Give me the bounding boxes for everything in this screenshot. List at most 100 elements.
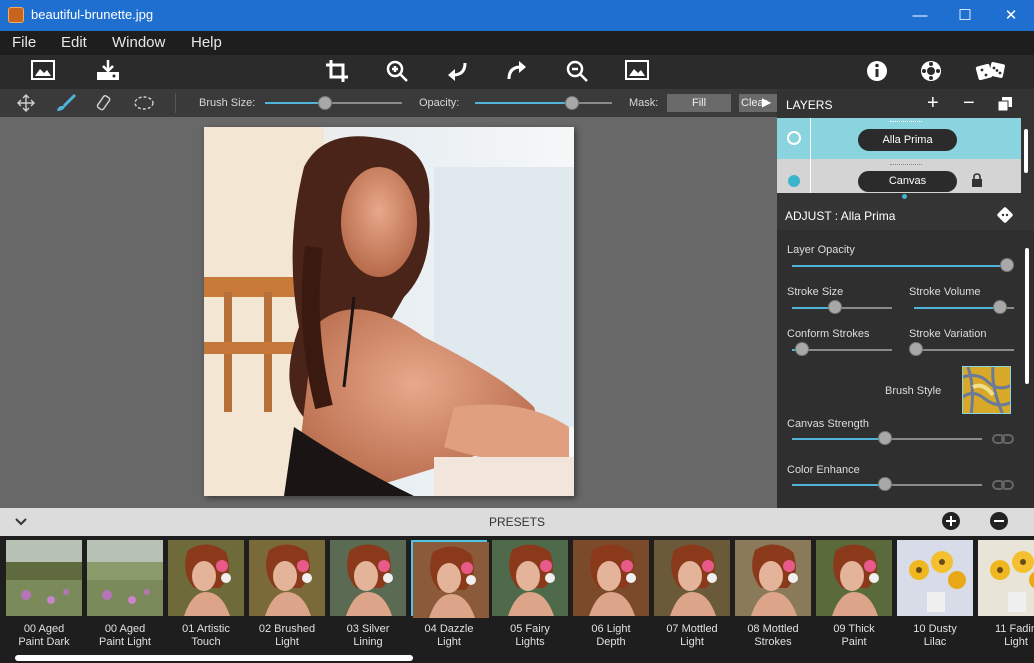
preset-item[interactable]: 00 Aged Paint Dark — [6, 536, 86, 654]
slider-knob[interactable] — [795, 342, 809, 356]
slider-knob[interactable] — [878, 477, 893, 491]
slider-knob[interactable] — [318, 96, 333, 110]
randomize-icon[interactable] — [996, 207, 1014, 223]
color-enhance-slider[interactable] — [792, 477, 982, 493]
slider-knob[interactable] — [828, 300, 842, 314]
remove-preset-icon[interactable] — [989, 511, 1009, 531]
menu-file[interactable]: File — [12, 34, 36, 51]
presets-scrollbar[interactable] — [15, 655, 413, 661]
preset-item[interactable]: 10 Dusty Lilac — [897, 536, 977, 654]
menu-edit[interactable]: Edit — [61, 34, 87, 51]
menu-window[interactable]: Window — [112, 34, 165, 51]
close-button[interactable]: ✕ — [988, 0, 1034, 31]
preset-thumbnail[interactable] — [573, 540, 649, 616]
layers-scrollbar[interactable] — [1024, 129, 1028, 173]
layer-row-alla-prima[interactable]: Alla Prima — [777, 118, 1021, 159]
preset-item[interactable]: 02 Brushed Light — [249, 536, 329, 654]
stroke-size-slider[interactable] — [792, 300, 892, 316]
preset-thumbnail[interactable] — [168, 540, 244, 616]
zoom-out-icon[interactable] — [562, 59, 592, 85]
brush-size-slider[interactable] — [265, 95, 402, 111]
preset-thumbnail[interactable] — [87, 540, 163, 616]
crop-icon[interactable] — [322, 59, 352, 85]
preset-item[interactable]: 05 Fairy Lights — [492, 536, 572, 654]
brush-tool-icon[interactable] — [55, 93, 77, 112]
slider-knob[interactable] — [878, 431, 893, 445]
preset-thumbnail[interactable] — [249, 540, 325, 616]
preset-label: 05 Fairy Lights — [490, 623, 570, 649]
preset-item[interactable]: 08 Mottled Strokes — [735, 536, 815, 654]
preset-item[interactable]: 01 Artistic Touch — [168, 536, 248, 654]
preset-label-line2: Light — [275, 636, 299, 648]
layer-name-pill[interactable]: Canvas — [858, 171, 957, 192]
adjust-scrollbar[interactable] — [1025, 248, 1029, 384]
layer-visibility-toggle[interactable] — [788, 175, 800, 187]
info-icon[interactable] — [862, 59, 892, 85]
preset-thumbnail[interactable] — [897, 540, 973, 616]
remove-layer-button[interactable]: − — [963, 92, 975, 115]
preset-label: 04 Dazzle Light — [409, 623, 489, 649]
preset-item[interactable]: 07 Mottled Light — [654, 536, 734, 654]
link-icon[interactable] — [992, 479, 1014, 491]
resize-dot[interactable] — [902, 194, 907, 199]
stroke-variation-slider[interactable] — [909, 342, 1014, 358]
add-layer-button[interactable]: + — [927, 92, 939, 115]
maximize-button[interactable]: ☐ — [942, 0, 988, 31]
preset-thumbnail[interactable] — [411, 540, 489, 618]
preset-item[interactable]: 03 Silver Lining — [330, 536, 410, 654]
layer-row-canvas[interactable]: Canvas — [777, 159, 1021, 193]
drag-handle[interactable] — [890, 164, 922, 165]
preset-item[interactable]: 11 Fadin Light — [978, 536, 1034, 654]
painted-photo[interactable] — [204, 127, 574, 496]
move-tool-icon[interactable] — [16, 94, 36, 112]
slider-knob[interactable] — [565, 96, 580, 110]
dice-icon[interactable] — [974, 59, 1008, 85]
clear-button[interactable]: Clear — [739, 94, 777, 112]
preset-list: 00 Aged Paint Dark 00 Aged Paint Light 01 Ar… — [0, 536, 1034, 656]
preset-thumbnail[interactable] — [816, 540, 892, 616]
preset-thumbnail[interactable] — [735, 540, 811, 616]
menu-help[interactable]: Help — [191, 34, 222, 51]
link-icon[interactable] — [992, 433, 1014, 445]
preset-item[interactable]: 04 Dazzle Light — [411, 536, 491, 654]
zoom-in-icon[interactable] — [382, 59, 412, 85]
undo-icon[interactable] — [442, 59, 472, 85]
brush-style-swatch[interactable] — [962, 366, 1011, 414]
collapse-chevron-icon[interactable] — [14, 515, 28, 527]
fill-button[interactable]: Fill — [667, 94, 731, 112]
preset-label-line2: Paint — [841, 636, 867, 648]
duplicate-layer-icon[interactable] — [997, 97, 1012, 112]
preset-thumbnail[interactable] — [654, 540, 730, 616]
save-icon[interactable] — [93, 59, 123, 85]
preset-label-line1: 05 Fairy — [510, 623, 550, 635]
layer-opacity-slider[interactable] — [792, 258, 1014, 274]
preset-thumbnail[interactable] — [330, 540, 406, 616]
slider-knob[interactable] — [993, 300, 1007, 314]
slider-knob[interactable] — [1000, 258, 1014, 272]
preset-item[interactable]: 06 Light Depth — [573, 536, 653, 654]
settings-icon[interactable] — [916, 59, 946, 85]
slider-fill — [265, 102, 326, 104]
stroke-volume-slider[interactable] — [914, 300, 1014, 316]
drag-handle[interactable] — [890, 121, 922, 122]
add-preset-icon[interactable] — [941, 511, 961, 531]
preset-item[interactable]: 00 Aged Paint Light — [87, 536, 167, 654]
minimize-button[interactable]: — — [897, 0, 943, 31]
fit-image-icon[interactable] — [622, 59, 652, 85]
preset-item[interactable]: 09 Thick Paint — [816, 536, 896, 654]
eraser-tool-icon[interactable] — [95, 94, 115, 112]
preset-thumbnail[interactable] — [492, 540, 568, 616]
canvas-strength-slider[interactable] — [792, 431, 982, 447]
open-image-icon[interactable] — [28, 59, 58, 85]
redo-icon[interactable] — [502, 59, 532, 85]
lasso-tool-icon[interactable] — [133, 94, 155, 112]
preset-thumbnail[interactable] — [978, 540, 1034, 616]
layer-name-pill[interactable]: Alla Prima — [858, 129, 957, 151]
conform-strokes-slider[interactable] — [792, 342, 892, 358]
scroll-right-arrow-icon[interactable]: ▶ — [762, 95, 771, 109]
slider-knob[interactable] — [909, 342, 923, 356]
layer-visibility-toggle[interactable] — [787, 131, 801, 145]
preset-thumbnail[interactable] — [6, 540, 82, 616]
app-icon — [8, 7, 24, 23]
opacity-slider[interactable] — [475, 95, 612, 111]
